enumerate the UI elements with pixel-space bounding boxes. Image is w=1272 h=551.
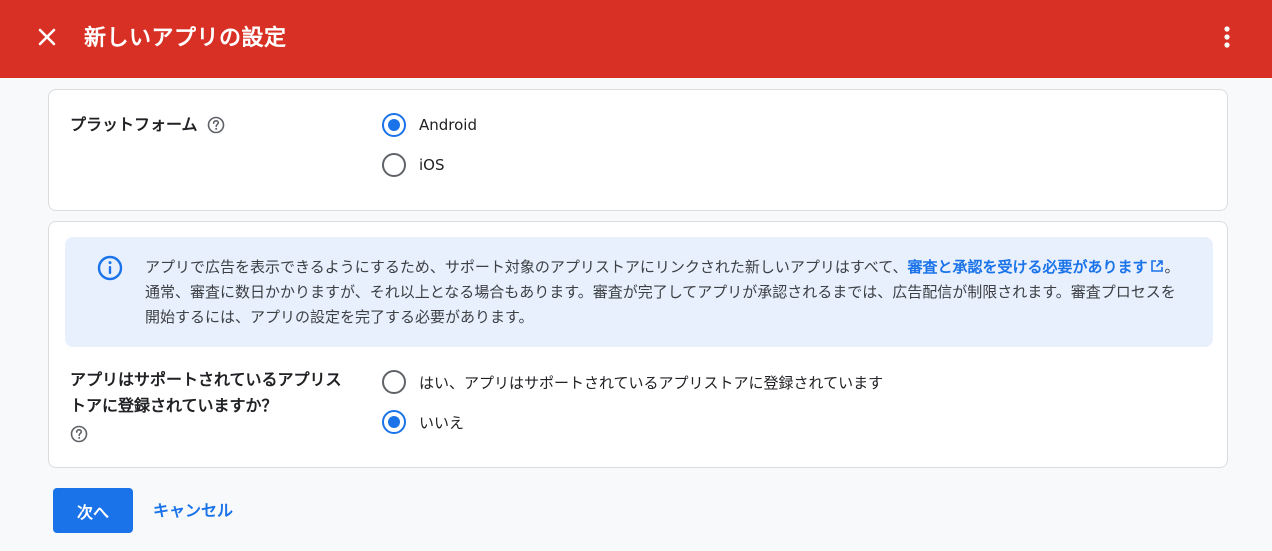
radio-label: はい、アプリはサポートされているアプリストアに登録されています [419,373,884,392]
platform-label-row: プラットフォーム [70,112,225,138]
radio-label: iOS [419,156,445,174]
page-title: 新しいアプリの設定 [84,26,287,51]
radio-label: Android [419,116,477,134]
store-option-no[interactable]: いいえ [382,410,464,434]
store-label-row: アプリはサポートされているアプリストアに登録されていますか？ [70,367,350,447]
platform-card: プラットフォーム Android iOS [48,89,1228,211]
info-text: アプリで広告を表示できるようにするため、サポート対象のアプリストアにリンクされた… [145,255,1185,330]
review-approval-link[interactable]: 審査と承認を受ける必要があります [907,258,1164,276]
help-icon[interactable] [207,116,225,134]
more-options-button[interactable] [1210,22,1244,56]
more-vert-icon [1223,26,1231,52]
review-approval-link-text: 審査と承認を受ける必要があります [907,258,1148,276]
radio-button-unchecked[interactable] [382,153,406,177]
top-app-bar: 新しいアプリの設定 [0,0,1272,78]
platform-option-android[interactable]: Android [382,113,477,137]
close-icon [37,27,57,51]
close-button[interactable] [30,22,64,56]
radio-label: いいえ [419,413,465,432]
app-store-card: アプリで広告を表示できるようにするため、サポート対象のアプリストアにリンクされた… [48,221,1228,468]
open-in-new-icon [1150,256,1164,272]
info-banner: アプリで広告を表示できるようにするため、サポート対象のアプリストアにリンクされた… [65,237,1213,347]
radio-button-unchecked[interactable] [382,370,406,394]
help-icon[interactable] [70,425,88,443]
info-text-before: アプリで広告を表示できるようにするため、サポート対象のアプリストアにリンクされた… [145,258,908,276]
platform-option-ios[interactable]: iOS [382,153,445,177]
radio-button-checked[interactable] [382,410,406,434]
next-button[interactable]: 次へ [53,488,133,533]
platform-label: プラットフォーム [70,115,198,134]
radio-button-checked[interactable] [382,113,406,137]
store-question-label: アプリはサポートされているアプリストアに登録されていますか？ [70,370,342,415]
info-icon [97,255,123,281]
store-option-yes[interactable]: はい、アプリはサポートされているアプリストアに登録されています [382,370,883,394]
cancel-button[interactable]: キャンセル [153,488,233,533]
